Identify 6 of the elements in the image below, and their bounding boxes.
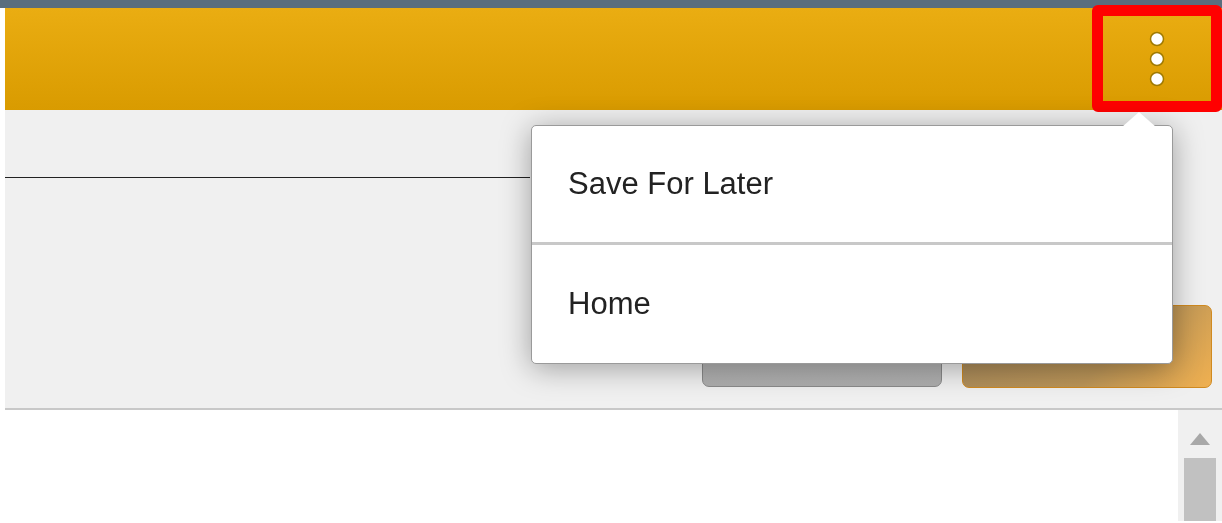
- menu-item[interactable]: Home: [532, 242, 1172, 363]
- menu-item[interactable]: Save For Later: [532, 126, 1172, 242]
- scrollbar[interactable]: [1178, 410, 1222, 521]
- menu-button[interactable]: [1092, 5, 1222, 112]
- scroll-up-icon[interactable]: [1189, 432, 1211, 446]
- more-icon: [1149, 29, 1165, 88]
